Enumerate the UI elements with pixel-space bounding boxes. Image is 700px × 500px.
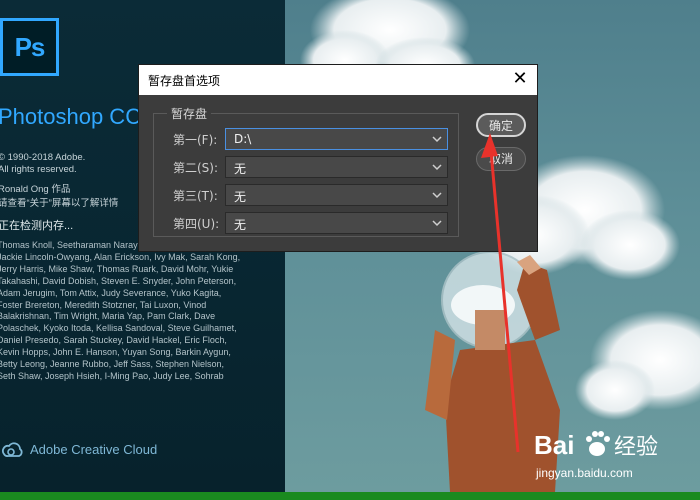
first-disk-value: D:\: [234, 132, 252, 146]
scratch-disk-dialog: 暂存盘首选项 ✕ 暂存盘 第一(F): D:\ 第二(S): 无 第三(T): …: [138, 64, 538, 252]
second-disk-value: 无: [234, 162, 247, 176]
copyright-line-2: All rights reserved.: [0, 164, 77, 175]
chevron-down-icon: [432, 192, 442, 199]
fourth-disk-value: 无: [234, 218, 247, 232]
third-disk-value: 无: [234, 190, 247, 204]
dialog-titlebar[interactable]: 暂存盘首选项 ✕: [139, 65, 537, 95]
close-icon[interactable]: ✕: [509, 68, 531, 90]
cancel-button[interactable]: 取消: [476, 147, 526, 171]
svg-text:经验: 经验: [614, 435, 658, 460]
credits-line: Betty Leong, Jeanne Rubbo, Jeff Sass, St…: [0, 359, 224, 370]
third-disk-select[interactable]: 无: [225, 184, 448, 206]
fourth-disk-label: 第四(U):: [173, 217, 220, 231]
cloud-bottom: [575, 310, 700, 420]
group-label: 暂存盘: [167, 105, 212, 122]
svg-text:Bai: Bai: [534, 430, 574, 460]
second-disk-label: 第二(S):: [173, 161, 219, 175]
photoshop-logo: Ps: [0, 18, 59, 76]
third-disk-label: 第三(T):: [173, 189, 218, 203]
first-disk-select[interactable]: D:\: [225, 128, 448, 150]
artwork-author: Ronald Ong 作品: [0, 184, 71, 195]
bottom-bar: [0, 492, 700, 500]
credits-line: Daniel Presedo, Sarah Stuckey, David Hac…: [0, 335, 227, 346]
chevron-down-icon: [432, 164, 442, 171]
credits-line: Adam Jerugim, Tom Attix, Judy Severance,…: [0, 287, 222, 298]
paw-icon: [586, 431, 610, 456]
dialog-title: 暂存盘首选项: [148, 74, 221, 88]
credits-line: Kevin Hopps, John E. Hanson, Yuyan Song,…: [0, 347, 231, 358]
fourth-disk-select[interactable]: 无: [225, 212, 448, 234]
about-hint: 请查看“关于”屏幕以了解详情: [0, 198, 119, 209]
creative-cloud-icon: [2, 442, 23, 457]
baidu-watermark: Bai 经验: [534, 430, 658, 460]
chevron-down-icon: [432, 220, 442, 227]
credits-list: Thomas Knoll, Seetharaman Narayanan, Jac…: [0, 240, 279, 390]
credits-line: Foster Brereton, Meredith Stotzner, Tai …: [0, 299, 207, 310]
chevron-down-icon: [432, 136, 442, 143]
credits-line: Jackie Lincoln-Owyang, Alan Erickson, Iv…: [0, 251, 241, 262]
loading-status: 正在检测内存...: [0, 220, 74, 232]
app-name: Photoshop CC: [0, 104, 142, 129]
creative-cloud-label: Adobe Creative Cloud: [30, 442, 158, 457]
credits-line: Balakrishnan, Tim Wright, Maria Yap, Pam…: [0, 311, 216, 322]
ok-button[interactable]: 确定: [476, 113, 526, 137]
credits-line: Takahashi, David Dobish, Steven E. Snyde…: [0, 275, 237, 286]
watermark-url: jingyan.baidu.com: [536, 466, 633, 480]
credits-line: Polaschek, Kyoko Itoda, Kellisa Sandoval…: [0, 323, 237, 334]
credits-line: Seth Shaw, Joseph Hsieh, I-Ming Pao, Jud…: [0, 370, 224, 381]
second-disk-select[interactable]: 无: [225, 156, 448, 178]
copyright-line-1: © 1990-2018 Adobe.: [0, 152, 86, 163]
first-disk-label: 第一(F):: [173, 133, 218, 147]
credits-line: Jerry Harris, Mike Shaw, Thomas Ruark, D…: [0, 263, 234, 274]
